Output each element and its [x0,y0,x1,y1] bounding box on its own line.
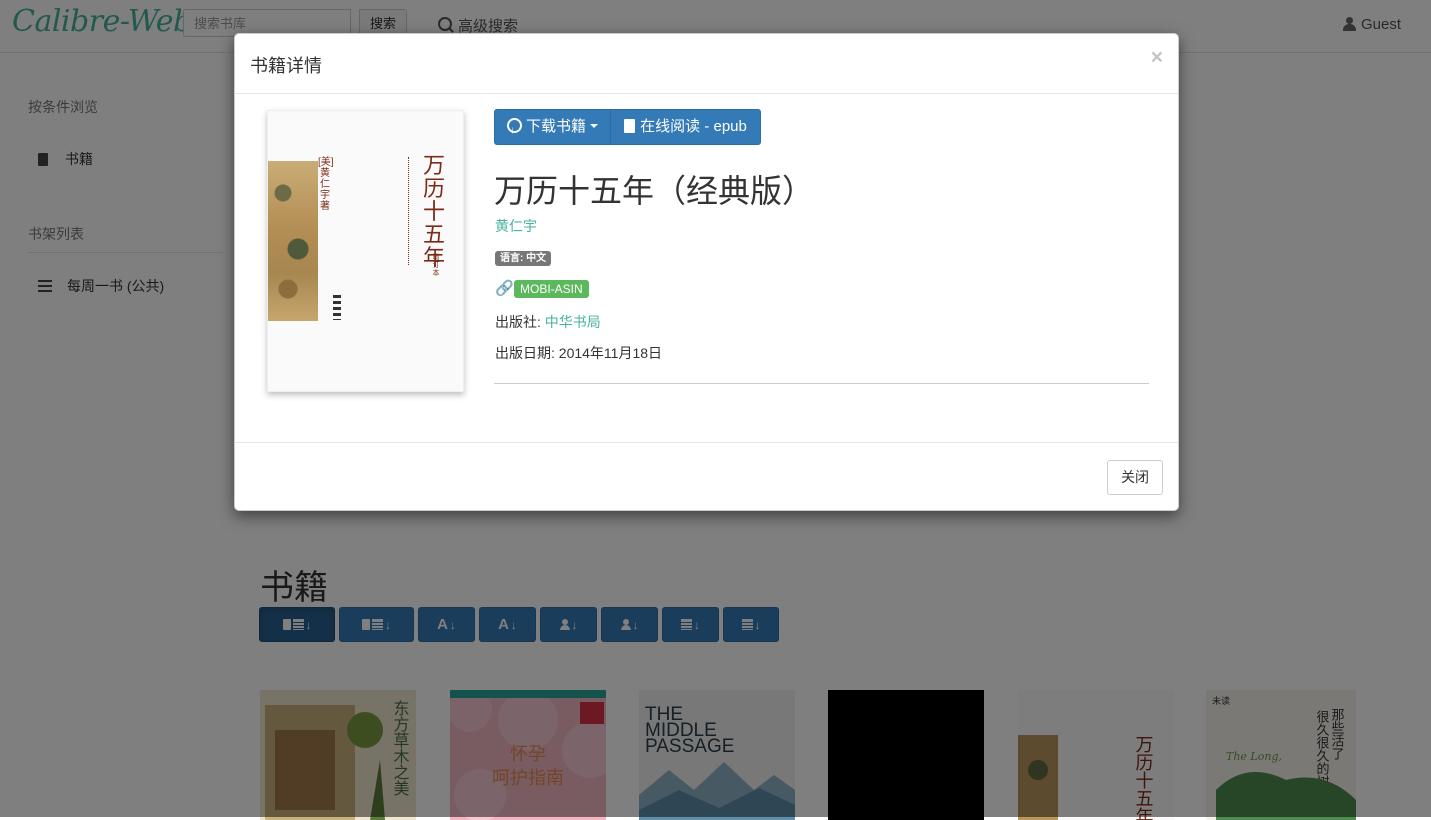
cover-publisher-mark [333,295,341,320]
read-label: 在线阅读 - epub [640,118,747,135]
modal-footer: 关闭 [235,442,1178,513]
book-icon [624,119,636,133]
book-cover-large: [美] 黄仁宇 著 万历十五年 增订本 [267,110,464,392]
read-online-button[interactable]: 在线阅读 - epub [610,109,761,145]
cover-edition-text: 增订本 [432,254,440,277]
close-button[interactable]: 关闭 [1107,460,1163,495]
details-divider [494,383,1149,384]
language-badge: 语言: 中文 [495,251,552,266]
modal-header: 书籍详情 × [235,34,1178,94]
publisher-link[interactable]: 中华书局 [545,314,601,330]
pubdate-label: 出版日期: [495,345,559,361]
book-author-link[interactable]: 黄仁宇 [495,216,537,236]
close-icon[interactable]: × [1151,46,1163,70]
cover-author-text: [美] 黄仁宇 著 [318,157,334,212]
download-label: 下载书籍 [525,118,586,135]
link-icon: 🔗 [495,280,514,297]
download-button[interactable]: 下载书籍 [494,109,611,148]
publisher-label: 出版社: [495,314,545,330]
book-details-modal: 书籍详情 × [美] 黄仁宇 著 万历十五年 增订本 下载书籍 在线阅读 - e… [234,33,1179,511]
identifier-badge[interactable]: MOBI-ASIN [514,280,589,298]
pubdate-row: 出版日期: 2014年11月18日 [495,343,662,363]
cover-painting [268,161,318,321]
cover-subtitle-line [408,157,417,265]
modal-title: 书籍详情 [250,56,322,76]
book-title: 万历十五年（经典版） [494,173,815,209]
publisher-row: 出版社: 中华书局 [495,312,601,332]
download-icon [506,114,522,148]
caret-down-icon [590,124,598,128]
cover-title-text: 万历十五年 [422,154,445,271]
pubdate-value: 2014年11月18日 [558,345,663,361]
